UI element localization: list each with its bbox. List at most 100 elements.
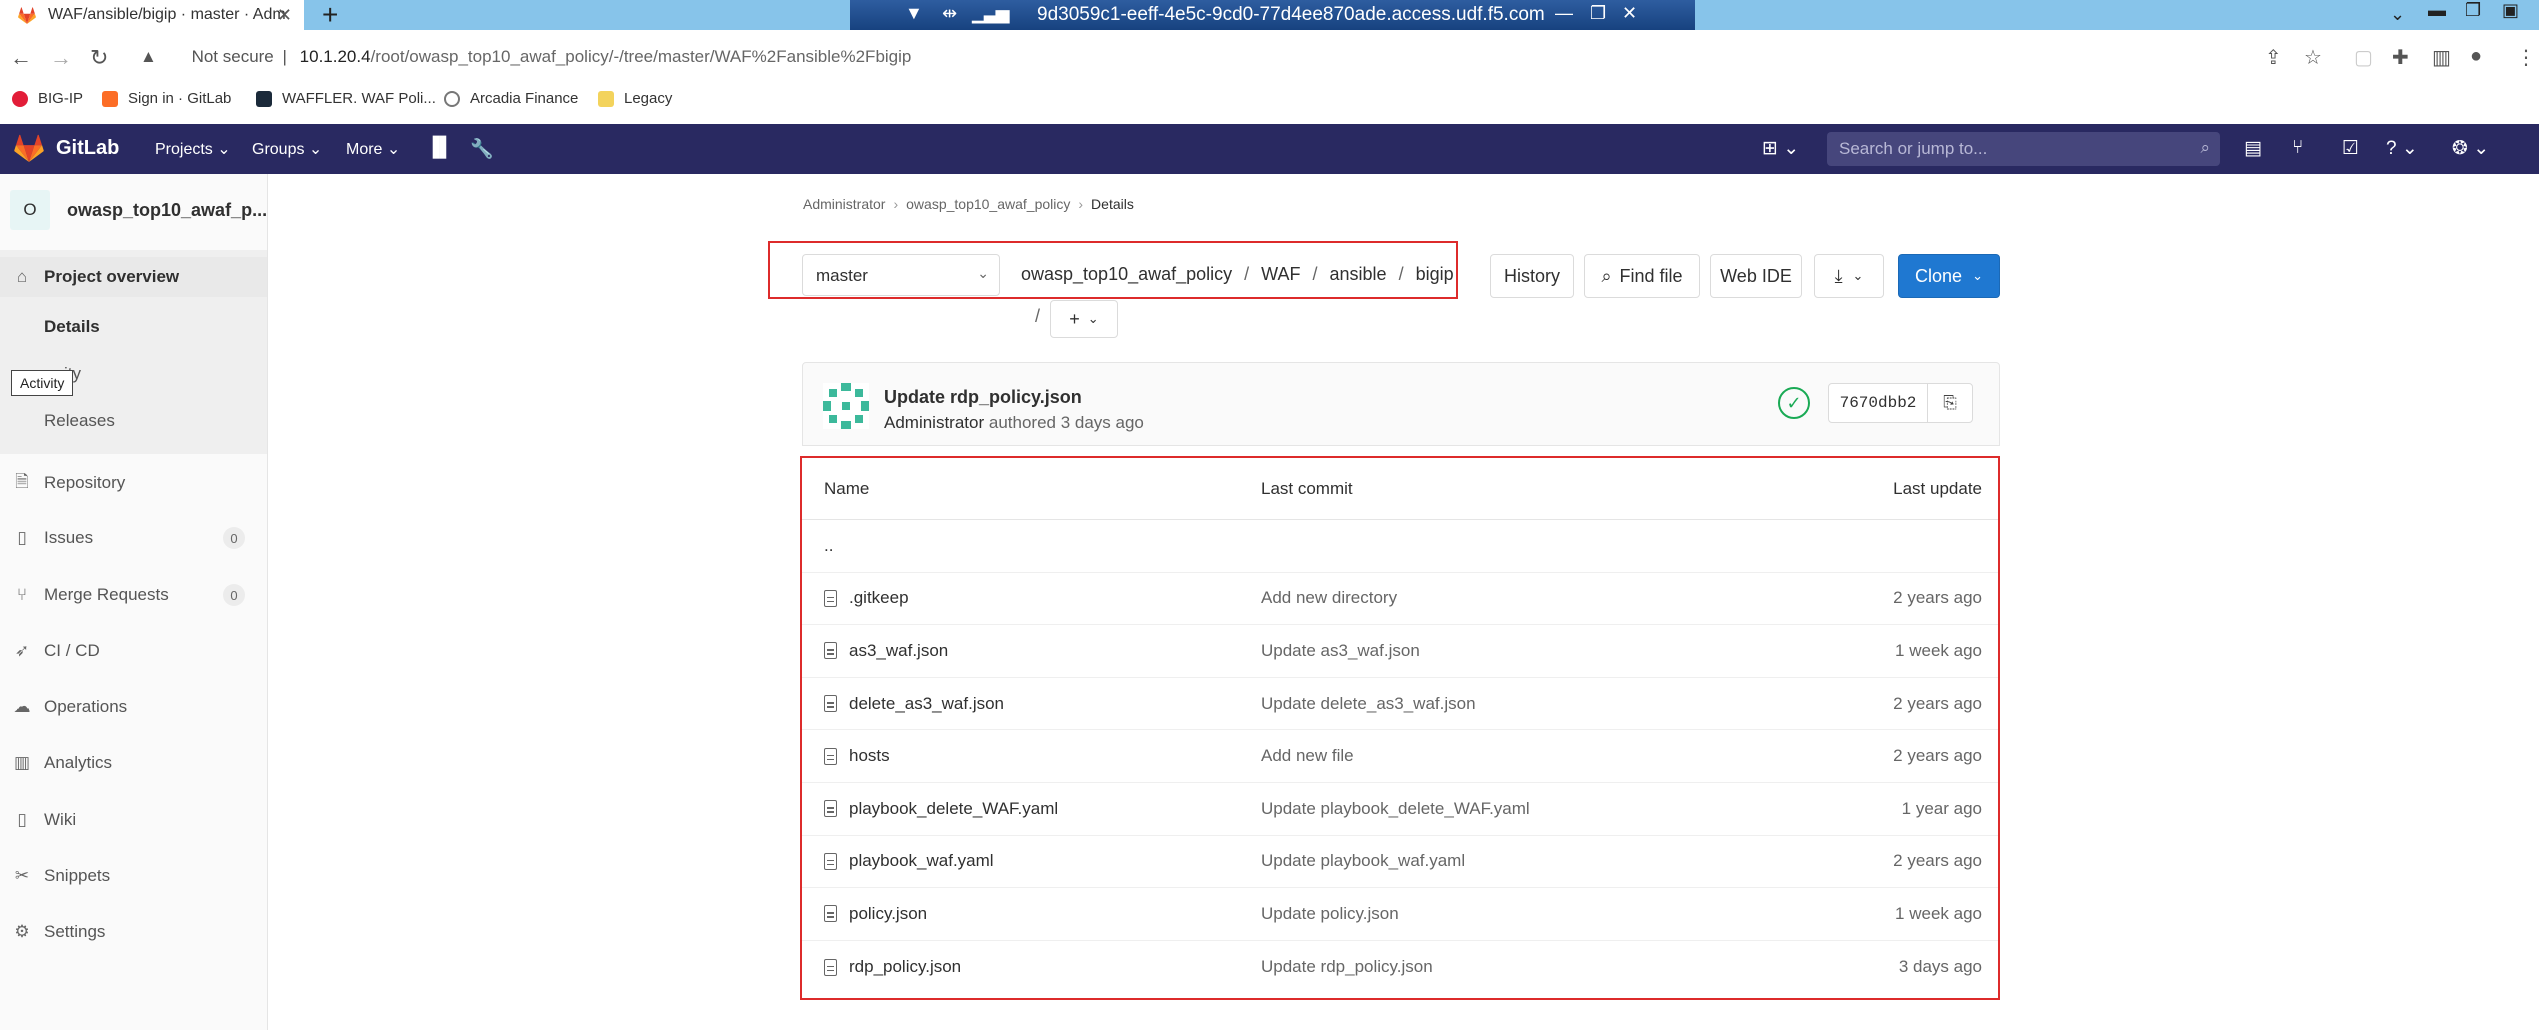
merge-requests-nav-icon[interactable]: ⑂ — [2292, 137, 2303, 159]
restore-icon[interactable]: ❐ — [1590, 3, 1606, 24]
user-avatar[interactable]: ❂ ⌄ — [2452, 137, 2489, 160]
tab-search-icon[interactable]: ⌄ — [2390, 4, 2405, 24]
parent-directory-link[interactable]: .. — [824, 536, 833, 556]
file-commit-message[interactable]: Update policy.json — [1261, 904, 1399, 924]
bookmark-arcadia[interactable]: Arcadia Finance — [444, 90, 578, 107]
parent-directory-row[interactable]: .. — [802, 520, 1998, 573]
sidebar-item-wiki[interactable]: ▯ Wiki — [0, 800, 267, 840]
file-name[interactable]: .gitkeep — [849, 588, 909, 608]
pipeline-passed-icon[interactable]: ✓ — [1778, 387, 1810, 419]
sidebar-item-operations[interactable]: ☁ Operations — [0, 687, 267, 727]
back-icon[interactable]: ← — [10, 45, 32, 71]
commit-sha[interactable]: 7670dbb2 — [1828, 383, 1928, 423]
admin-wrench-icon[interactable]: 🔧 — [470, 137, 494, 161]
minimize-icon[interactable]: — — [1555, 3, 1573, 24]
nav-more[interactable]: More ⌄ — [346, 139, 400, 159]
table-row[interactable]: as3_waf.json Update as3_waf.json 1 week ag… — [802, 625, 1998, 678]
url-field[interactable]: ▲ Not secure | 10.1.20.4/root/owasp_top1… — [140, 47, 911, 67]
search-input[interactable]: Search or jump to... ⌕ — [1827, 132, 2220, 166]
branch-selector[interactable]: master ⌄ — [802, 254, 1000, 296]
new-tab-button[interactable]: + — [322, 0, 338, 30]
add-to-tree-button[interactable]: + ⌄ — [1050, 300, 1118, 338]
file-commit-message[interactable]: Update delete_as3_waf.json — [1261, 694, 1476, 714]
sidebar-item-ci-cd[interactable]: ➶ CI / CD — [0, 631, 267, 671]
todos-icon[interactable]: ☑ — [2342, 137, 2359, 160]
sidebar-item-snippets[interactable]: ✂ Snippets — [0, 856, 267, 896]
path-segment-project[interactable]: owasp_top10_awaf_policy — [1021, 264, 1232, 284]
file-name[interactable]: policy.json — [849, 904, 927, 924]
breadcrumb-administrator[interactable]: Administrator — [803, 196, 885, 212]
profile-icon[interactable]: ● — [2470, 45, 2482, 68]
sidebar-item-project-overview[interactable]: ⌂ Project overview — [0, 257, 267, 297]
file-commit-message[interactable]: Update playbook_waf.yaml — [1261, 851, 1465, 871]
table-row[interactable]: delete_as3_waf.json Update delete_as3_waf… — [802, 678, 1998, 731]
reload-icon[interactable]: ↻ — [90, 45, 108, 71]
file-commit-message[interactable]: Add new file — [1261, 746, 1354, 766]
forward-icon[interactable]: → — [50, 45, 72, 71]
bookmark-waffler[interactable]: WAFFLER. WAF Poli... — [256, 90, 436, 107]
puzzle-icon[interactable]: ✚ — [2392, 45, 2409, 70]
warning-icon[interactable]: ▲ — [140, 47, 157, 66]
file-name[interactable]: playbook_delete_WAF.yaml — [849, 799, 1058, 819]
issues-nav-icon[interactable]: ▤ — [2244, 137, 2262, 160]
sidebar-item-merge-requests[interactable]: ⑂ Merge Requests 0 — [0, 575, 267, 615]
tab-close-icon[interactable]: ✕ — [277, 5, 292, 26]
window-restore-icon[interactable]: ❐ — [2465, 0, 2481, 20]
copy-sha-button[interactable]: ⎘ — [1927, 383, 1973, 423]
browser-tab-active[interactable]: WAF/ansible/bigip · master · Adm ✕ — [0, 0, 304, 30]
sidebar-item-analytics[interactable]: ▥ Analytics — [0, 743, 267, 783]
sidebar-item-issues[interactable]: ▯ Issues 0 — [0, 518, 267, 558]
file-name[interactable]: hosts — [849, 746, 890, 766]
clone-button[interactable]: Clone ⌄ — [1898, 254, 2000, 298]
path-segment-waf[interactable]: WAF — [1261, 264, 1300, 284]
table-row[interactable]: hosts Add new file 2 years ago — [802, 730, 1998, 783]
sidebar-item-repository[interactable]: 🗎 Repository — [0, 463, 267, 503]
bookmark-gitlab[interactable]: Sign in · GitLab — [102, 90, 231, 107]
gitlab-home-link[interactable]: GitLab — [14, 134, 119, 162]
bookmark-legacy[interactable]: Legacy — [598, 90, 672, 107]
window-minimize-icon[interactable]: ▬ — [2428, 0, 2446, 20]
close-icon[interactable]: ✕ — [1622, 3, 1637, 24]
sidebar-subitem-releases[interactable]: Releases — [44, 411, 115, 431]
help-icon[interactable]: ? ⌄ — [2386, 137, 2418, 160]
sidebar-item-settings[interactable]: ⚙ Settings — [0, 912, 267, 952]
sidepanel-icon[interactable]: ▥ — [2432, 45, 2451, 70]
window-close-icon[interactable]: ▣ — [2502, 0, 2519, 20]
path-segment-bigip[interactable]: bigip — [1416, 264, 1454, 284]
path-segment-ansible[interactable]: ansible — [1330, 264, 1387, 284]
find-file-button[interactable]: ⌕ Find file — [1584, 254, 1700, 298]
bookmark-star-icon[interactable]: ☆ — [2304, 45, 2322, 70]
table-row[interactable]: playbook_waf.yaml Update playbook_waf.yam… — [802, 836, 1998, 889]
file-name[interactable]: rdp_policy.json — [849, 957, 961, 977]
web-ide-button[interactable]: Web IDE — [1710, 254, 1802, 298]
bookmark-bigip[interactable]: BIG-IP — [12, 90, 83, 107]
activity-chart-icon[interactable]: ▐▌ — [426, 137, 453, 159]
table-row[interactable]: policy.json Update policy.json 1 week ago — [802, 888, 1998, 941]
new-item-icon[interactable]: ⊞ ⌄ — [1762, 137, 1799, 160]
author-avatar[interactable] — [823, 383, 869, 429]
chevron-down-icon[interactable]: ▼ — [905, 3, 923, 24]
nav-projects[interactable]: Projects ⌄ — [155, 139, 231, 159]
table-row[interactable]: .gitkeep Add new directory 2 years ago — [802, 573, 1998, 626]
nav-groups[interactable]: Groups ⌄ — [252, 139, 322, 159]
commit-title[interactable]: Update rdp_policy.json — [884, 387, 1082, 408]
table-row[interactable]: playbook_delete_WAF.yaml Update playbook_… — [802, 783, 1998, 836]
file-name[interactable]: playbook_waf.yaml — [849, 851, 994, 871]
extension-icon[interactable]: ▢ — [2354, 45, 2373, 70]
file-name[interactable]: as3_waf.json — [849, 641, 948, 661]
file-commit-message[interactable]: Update as3_waf.json — [1261, 641, 1420, 661]
breadcrumb-details[interactable]: Details — [1091, 196, 1134, 212]
file-commit-message[interactable]: Update playbook_delete_WAF.yaml — [1261, 799, 1530, 819]
security-label[interactable]: Not secure — [192, 47, 274, 66]
download-button[interactable]: ⤓ ⌄ — [1814, 254, 1884, 298]
share-icon[interactable]: ⇪ — [2265, 45, 2282, 70]
commit-author[interactable]: Administrator — [884, 413, 984, 432]
pin-icon[interactable]: ⇹ — [942, 3, 957, 24]
project-title-link[interactable]: O owasp_top10_awaf_p... — [10, 190, 267, 230]
sidebar-subitem-details[interactable]: Details — [44, 317, 100, 337]
history-button[interactable]: History — [1490, 254, 1574, 298]
menu-icon[interactable]: ⋮ — [2516, 45, 2536, 70]
file-commit-message[interactable]: Update rdp_policy.json — [1261, 957, 1433, 977]
table-row[interactable]: rdp_policy.json Update rdp_policy.json 3 d… — [802, 941, 1998, 994]
file-name[interactable]: delete_as3_waf.json — [849, 694, 1004, 714]
